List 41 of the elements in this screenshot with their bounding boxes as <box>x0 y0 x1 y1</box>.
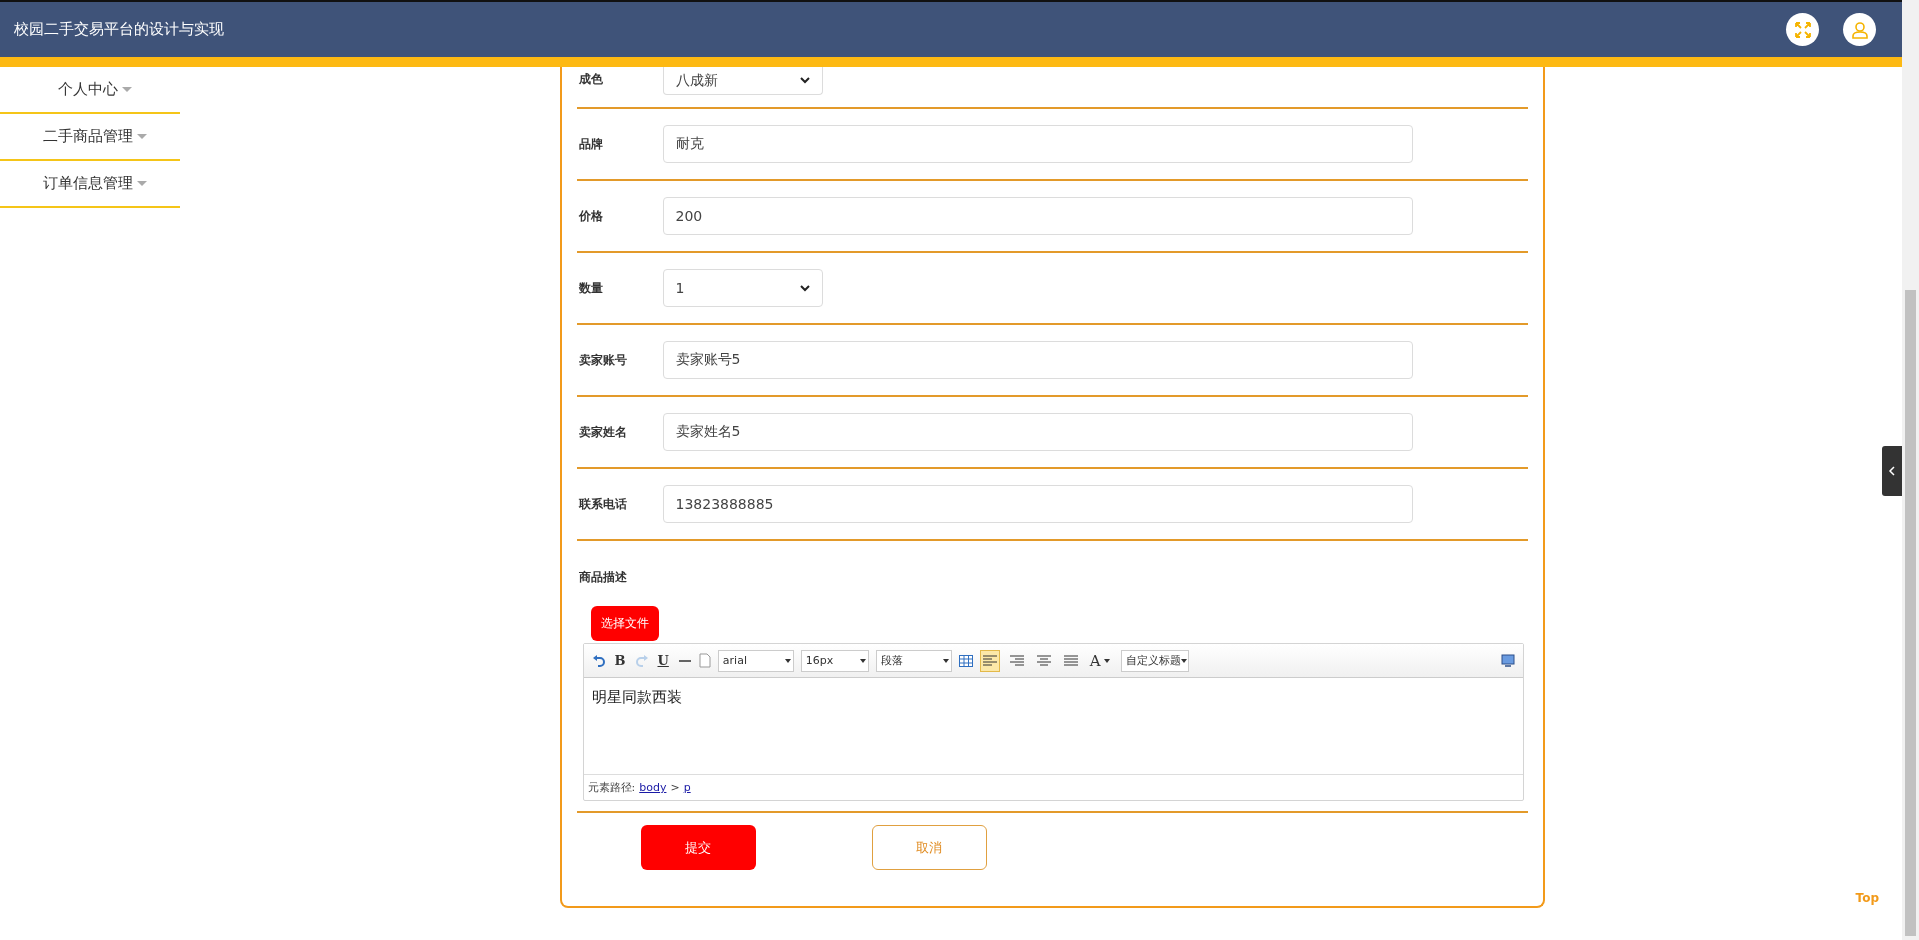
chevron-left-icon <box>1888 466 1896 476</box>
scrollbar[interactable] <box>1902 0 1919 940</box>
undo-icon[interactable] <box>591 653 606 668</box>
path-label: 元素路径: <box>587 780 636 795</box>
input-field[interactable]: 卖家账号5 <box>662 341 1413 379</box>
toolbar-dropdown[interactable]: 段落 <box>875 649 952 672</box>
submit-button[interactable]: 提交 <box>640 825 756 870</box>
select-field[interactable]: 1 <box>662 269 823 307</box>
chevron-down-icon <box>799 284 810 292</box>
bold-button[interactable]: B <box>612 653 628 668</box>
input-field[interactable]: 13823888885 <box>662 485 1413 523</box>
user-icon[interactable] <box>1843 13 1876 46</box>
input-field[interactable]: 卖家姓名5 <box>662 413 1413 451</box>
path-link[interactable]: body <box>639 781 667 794</box>
field-label: 价格 <box>578 207 604 225</box>
path-link[interactable]: p <box>683 781 691 794</box>
input-field[interactable]: 200 <box>662 197 1413 235</box>
table-icon[interactable] <box>958 654 973 667</box>
field-label: 成色 <box>578 71 604 88</box>
field-label: 数量 <box>578 279 604 297</box>
field-label: 商品描述 <box>578 569 628 586</box>
field-label: 联系电话 <box>578 495 628 513</box>
toolbar-dropdown[interactable]: arial <box>717 649 794 672</box>
toolbar-dropdown[interactable]: 16px <box>800 649 869 672</box>
collapse-tab[interactable] <box>1882 446 1902 496</box>
field-label: 卖家账号 <box>578 351 628 369</box>
align-left-icon[interactable] <box>979 649 1000 672</box>
app-title: 校园二手交易平台的设计与实现 <box>14 20 224 39</box>
select-field[interactable]: 八成新 <box>662 67 823 95</box>
monitor-icon[interactable] <box>1500 654 1515 667</box>
underline-button[interactable]: U <box>655 653 671 668</box>
chevron-down-icon <box>799 77 810 84</box>
path-separator: > <box>670 781 680 794</box>
input-field[interactable]: 耐克 <box>662 125 1413 163</box>
editor-content[interactable]: 明星同款西装 <box>583 678 1523 775</box>
fullscreen-icon[interactable] <box>1786 13 1819 46</box>
toolbar-dropdown[interactable]: 自定义标题 <box>1120 649 1189 672</box>
choose-file-button[interactable]: 选择文件 <box>590 606 659 641</box>
font-color-button[interactable]: A <box>1087 651 1114 670</box>
field-label: 卖家姓名 <box>578 423 628 441</box>
field-label: 品牌 <box>578 135 604 153</box>
